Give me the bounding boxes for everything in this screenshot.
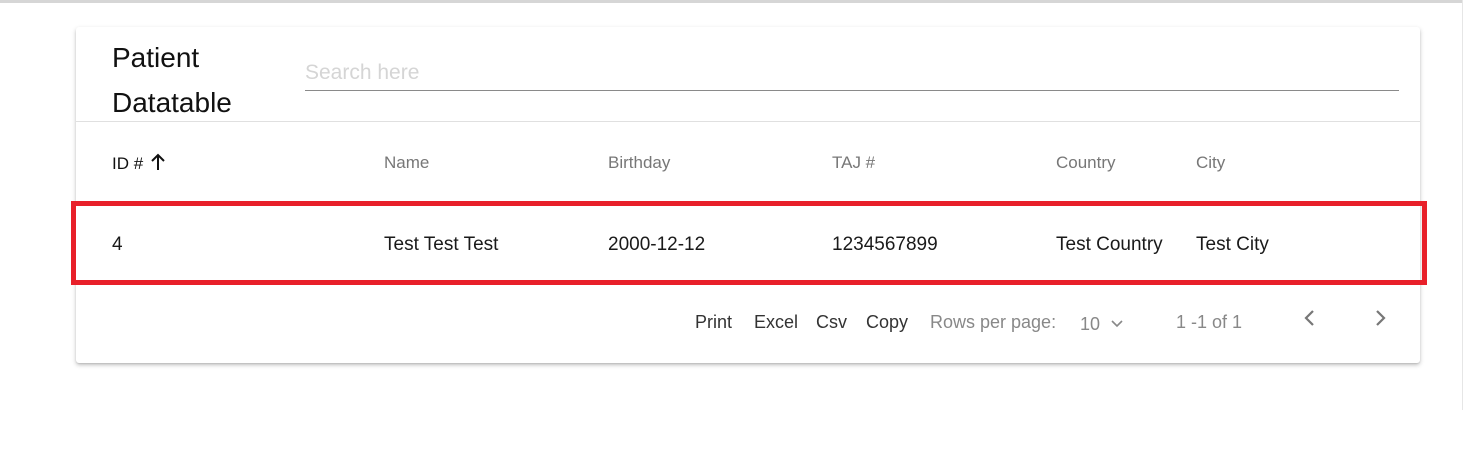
excel-button[interactable]: Excel bbox=[754, 312, 798, 333]
column-header-taj[interactable]: TAJ # bbox=[832, 153, 875, 173]
column-header-name[interactable]: Name bbox=[384, 153, 429, 173]
print-button[interactable]: Print bbox=[695, 312, 732, 333]
rows-per-page-label: Rows per page: bbox=[930, 312, 1057, 332]
cell-name: Test Test Test bbox=[384, 234, 499, 255]
table-header: ID # Name Birthday TAJ # Country City bbox=[76, 123, 1420, 203]
cell-id: 4 bbox=[112, 234, 123, 255]
column-header-city[interactable]: City bbox=[1196, 153, 1225, 173]
column-header-country[interactable]: Country bbox=[1056, 153, 1116, 173]
datatable-card: Patient Datatable ID # Name Birthday TAJ… bbox=[71, 27, 1427, 363]
previous-page-button[interactable] bbox=[1294, 305, 1324, 335]
search-input[interactable] bbox=[305, 60, 1399, 91]
rows-per-page-select[interactable]: 10 bbox=[1080, 312, 1123, 335]
copy-button[interactable]: Copy bbox=[866, 312, 908, 333]
pagination-range: 1 -1 of 1 bbox=[1176, 312, 1243, 332]
page-title: Patient Datatable bbox=[112, 42, 232, 118]
csv-button[interactable]: Csv bbox=[816, 312, 847, 333]
cell-city: Test City bbox=[1196, 234, 1269, 255]
chevron-right-icon bbox=[1375, 309, 1387, 332]
arrow-up-icon bbox=[150, 153, 166, 176]
column-header-birthday[interactable]: Birthday bbox=[608, 153, 670, 173]
column-header-id[interactable]: ID # bbox=[112, 153, 166, 176]
chevron-left-icon bbox=[1303, 309, 1315, 332]
cell-taj: 1234567899 bbox=[832, 234, 938, 255]
column-header-id-label: ID # bbox=[112, 154, 144, 173]
top-border bbox=[0, 0, 1463, 3]
cell-country: Test Country bbox=[1056, 234, 1163, 255]
rows-per-page-value: 10 bbox=[1080, 314, 1101, 334]
card-header: Patient Datatable bbox=[76, 27, 1420, 122]
next-page-button[interactable] bbox=[1366, 305, 1396, 335]
chevron-down-icon bbox=[1111, 312, 1123, 333]
cell-birthday: 2000-12-12 bbox=[608, 234, 706, 255]
